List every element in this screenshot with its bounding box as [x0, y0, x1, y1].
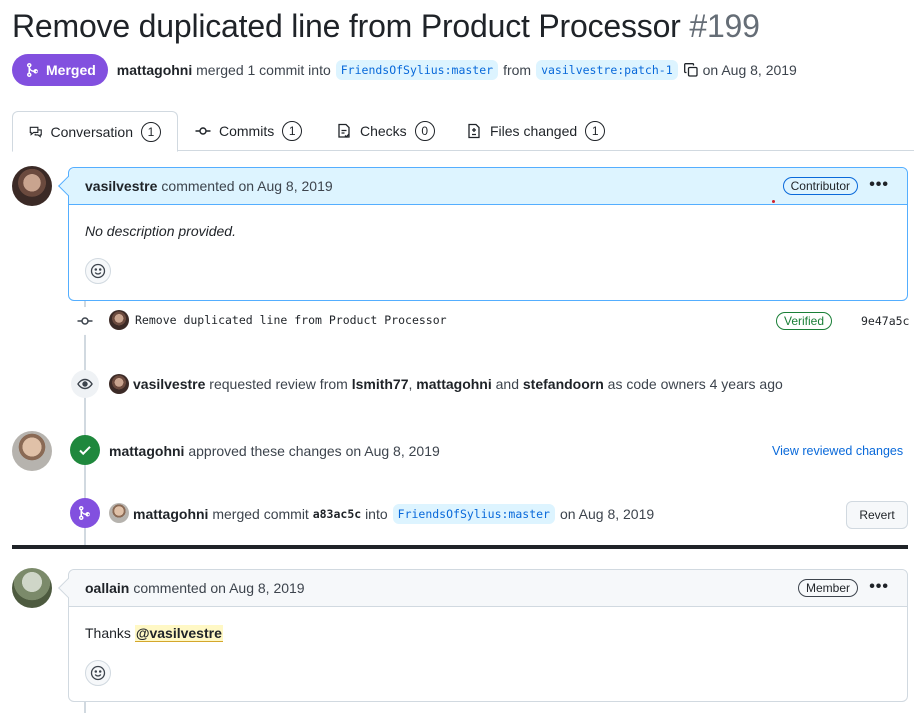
merge-target-branch[interactable]: FriendsOfSylius:master — [392, 504, 555, 524]
tab-commits-count: 1 — [282, 121, 303, 141]
user-mention[interactable]: @vasilvestre — [134, 625, 223, 642]
contributor-badge: Contributor — [782, 177, 858, 195]
reviewer-sep: , — [408, 376, 413, 392]
commit-message[interactable]: Remove duplicated line from Product Proc… — [135, 313, 447, 327]
pr-title: Remove duplicated line from Product Proc… — [12, 8, 760, 45]
copy-icon[interactable] — [683, 62, 699, 78]
event-tail: as code owners 4 years ago — [607, 376, 783, 392]
tab-checks-label: Checks — [360, 123, 407, 139]
review-request-event: vasilvestre requested review from lsmith… — [133, 376, 783, 392]
kebab-horizontal-icon[interactable]: ••• — [869, 176, 889, 194]
pr-meta-text: mattagohni merged 1 commit into — [117, 62, 331, 78]
commit-sha[interactable]: 9e47a5c — [861, 314, 909, 328]
pr-tabs: Conversation 1 Commits 1 Checks 0 Files … — [12, 111, 914, 152]
merge-event: mattagohni merged commit a83ac5c into Fri… — [133, 504, 654, 524]
pr-number: #199 — [689, 8, 760, 44]
event-author[interactable]: vasilvestre — [133, 376, 205, 392]
merge-text: merged commit — [212, 506, 309, 522]
tab-commits-label: Commits — [219, 123, 275, 139]
check-icon — [70, 435, 100, 465]
reviewer-3[interactable]: stefandoorn — [523, 376, 604, 392]
tab-conversation[interactable]: Conversation 1 — [12, 111, 178, 152]
comment-header: oallain commented on Aug 8, 2019 Member … — [69, 570, 907, 607]
avatar-mattagohni-small[interactable] — [109, 503, 129, 523]
comment-discussion-icon — [29, 126, 42, 138]
tab-commits[interactable]: Commits 1 — [179, 111, 318, 151]
merge-date: on Aug 8, 2019 — [559, 506, 655, 522]
git-merge-icon — [70, 498, 100, 528]
avatar-vasilvestre[interactable] — [12, 166, 52, 206]
tab-checks-count: 0 — [414, 121, 435, 141]
tab-files-changed[interactable]: Files changed 1 — [450, 111, 621, 151]
avatar-oallain[interactable] — [12, 568, 52, 608]
reviewer-1[interactable]: lsmith77 — [352, 376, 409, 392]
comment-oallain: oallain commented on Aug 8, 2019 Member … — [58, 569, 908, 702]
timeline-separator — [12, 545, 908, 549]
member-badge: Member — [797, 579, 858, 597]
and-text: and — [495, 376, 519, 392]
comment-author[interactable]: oallain — [85, 580, 129, 596]
comment-author[interactable]: vasilvestre — [85, 178, 157, 194]
avatar-mattagohni[interactable] — [12, 431, 52, 471]
view-reviewed-changes-link[interactable]: View reviewed changes — [772, 444, 903, 458]
comment-action: commented on Aug 8, 2019 — [161, 178, 333, 194]
verified-badge[interactable]: Verified — [776, 312, 833, 330]
approver[interactable]: mattagohni — [109, 443, 184, 459]
file-diff-icon — [468, 123, 480, 139]
merged-state-label: Merged — [46, 62, 96, 78]
head-branch[interactable]: vasilvestre:patch-1 — [536, 60, 678, 80]
comment-body: No description provided. — [85, 223, 236, 239]
comment-body: Thanks @vasilvestre — [69, 607, 907, 642]
tab-checks[interactable]: Checks 0 — [320, 111, 451, 151]
revert-button[interactable]: Revert — [846, 501, 908, 529]
approval-text: approved these changes on Aug 8, 2019 — [188, 443, 440, 459]
approval-event: mattagohni approved these changes on Aug… — [109, 443, 440, 459]
kebab-horizontal-icon[interactable]: ••• — [869, 578, 889, 596]
pr-title-text: Remove duplicated line from Product Proc… — [12, 8, 681, 44]
avatar-vasilvestre-small[interactable] — [109, 310, 129, 330]
git-commit-icon — [71, 307, 99, 335]
git-commit-icon — [195, 127, 211, 135]
red-dot — [772, 200, 775, 203]
comment-action: commented on Aug 8, 2019 — [133, 580, 305, 596]
git-merge-icon — [27, 63, 38, 77]
tab-conversation-count: 1 — [141, 121, 161, 142]
smiley-icon[interactable] — [85, 660, 111, 686]
avatar-vasilvestre-small[interactable] — [109, 374, 129, 394]
from-text: from — [503, 62, 532, 78]
event-text: requested review from — [209, 376, 348, 392]
into-text: into — [365, 506, 388, 522]
base-branch[interactable]: FriendsOfSylius:master — [335, 60, 499, 80]
merged-text: merged 1 commit into — [196, 62, 331, 78]
tab-files-changed-label: Files changed — [490, 123, 578, 139]
tab-conversation-label: Conversation — [50, 123, 134, 140]
merger[interactable]: mattagohni — [133, 506, 208, 522]
merged-state-badge: Merged — [12, 54, 108, 86]
comment-header: vasilvestre commented on Aug 8, 2019 Con… — [69, 168, 907, 205]
timeline-line-bottom — [84, 701, 86, 713]
pr-meta: Merged mattagohni merged 1 commit into F… — [12, 54, 797, 86]
reviewer-2[interactable]: mattagohni — [416, 376, 491, 392]
checklist-icon — [338, 123, 350, 138]
eye-icon — [71, 370, 99, 398]
smiley-icon[interactable] — [85, 258, 111, 284]
tab-files-changed-count: 1 — [585, 121, 606, 141]
pr-author-link[interactable]: mattagohni — [117, 62, 192, 78]
pr-date: on Aug 8, 2019 — [702, 62, 797, 78]
comment-vasilvestre: vasilvestre commented on Aug 8, 2019 Con… — [58, 167, 908, 301]
comment-body-text: Thanks — [85, 625, 131, 641]
merge-commit-sha[interactable]: a83ac5c — [313, 507, 361, 521]
